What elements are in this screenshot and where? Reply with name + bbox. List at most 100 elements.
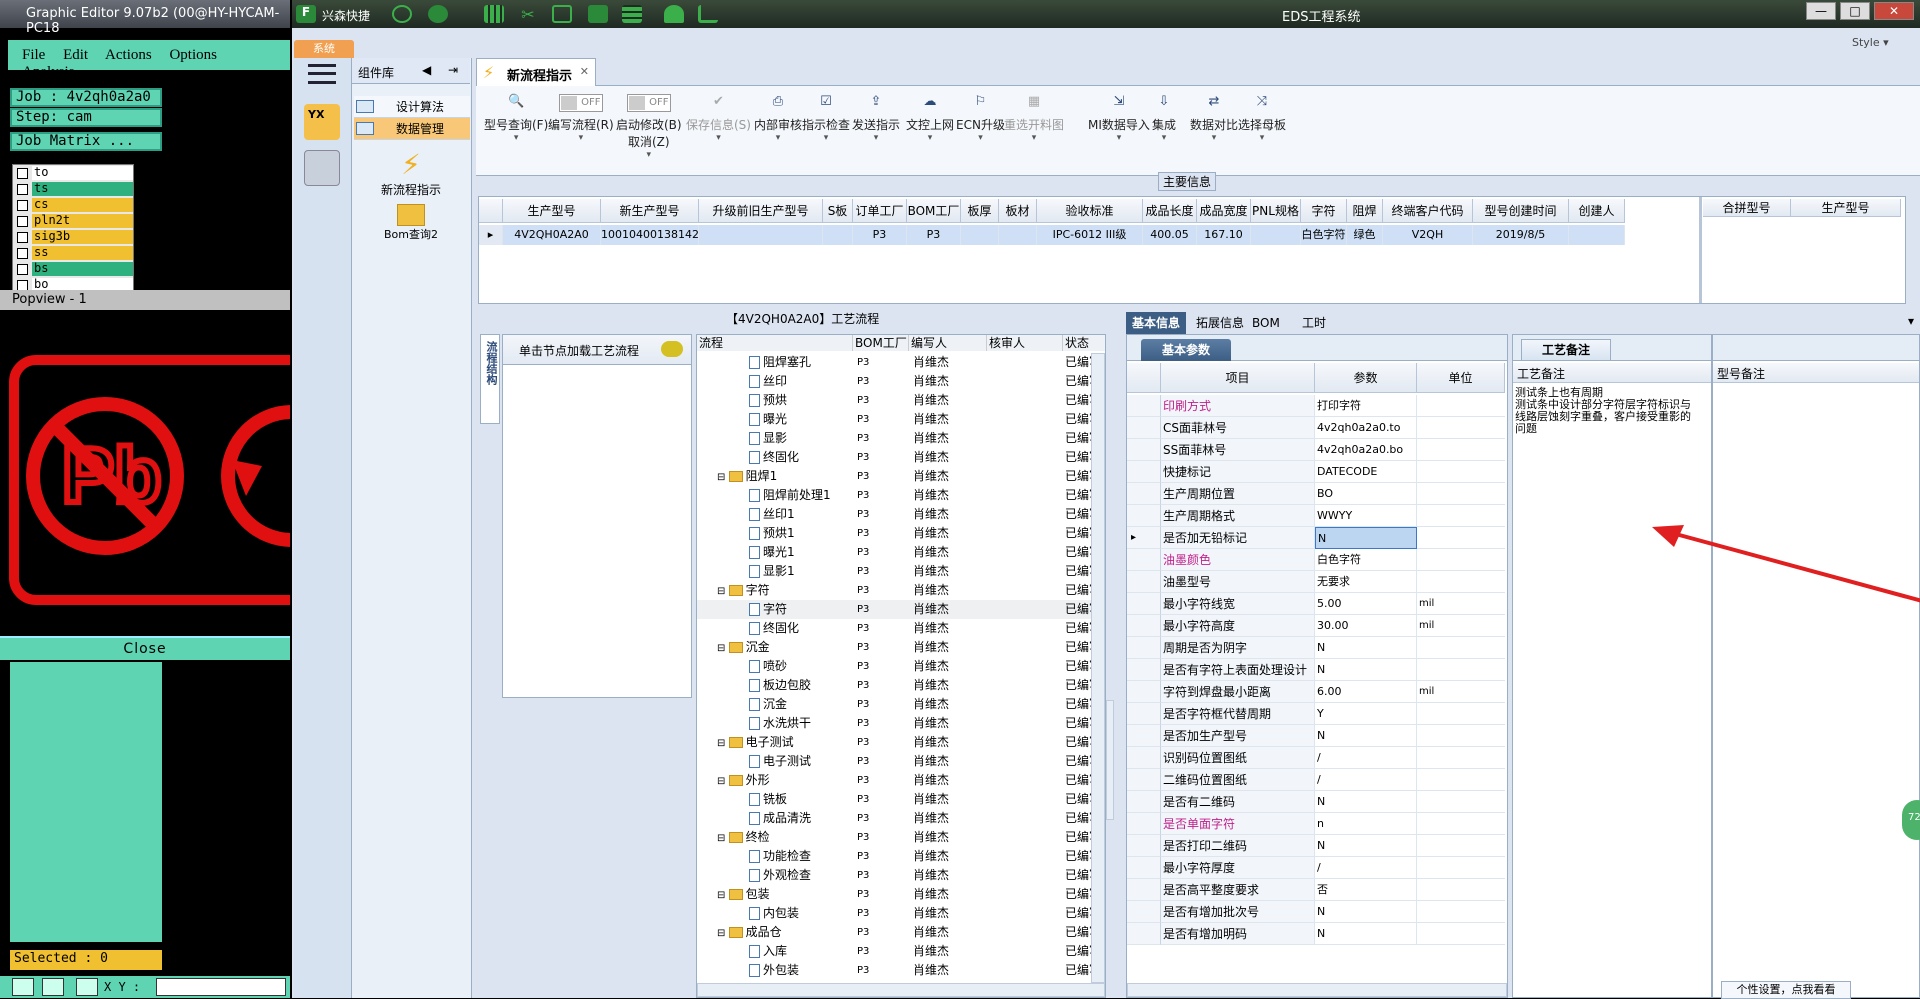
basic-hscrollbar[interactable]	[1127, 983, 1507, 997]
tree-node[interactable]: 阻焊塞孔	[749, 353, 811, 372]
grid-header[interactable]: 创建人	[1569, 199, 1625, 223]
basic-header[interactable]: 单位	[1417, 363, 1505, 393]
tree-row[interactable]: 电子测试 P3 肖维杰 已编写	[697, 752, 1101, 771]
tree-row[interactable]: ⊟ 成品仓 P3 肖维杰 已编写	[697, 923, 1101, 942]
collapse-icon[interactable]: ⊟	[717, 472, 729, 483]
param-row[interactable]: 是否字符框代替周期 Y	[1127, 703, 1507, 725]
tree-row[interactable]: 预烘 P3 肖维杰 已编写	[697, 391, 1101, 410]
dropdown-arrow-icon[interactable]: ▾	[616, 150, 682, 160]
dropdown-arrow-icon[interactable]: ▾	[852, 133, 900, 143]
user-icon[interactable]	[664, 5, 684, 23]
param-row[interactable]: ▸ 是否加无铅标记 N	[1127, 527, 1507, 549]
param-row[interactable]: CS面菲林号 4v2qh0a2a0.to	[1127, 417, 1507, 439]
layer-row[interactable]: to	[13, 165, 133, 181]
param-row[interactable]: 最小字符厚度 /	[1127, 857, 1507, 879]
menu-edit[interactable]: Edit	[63, 47, 88, 63]
tree-node[interactable]: 显影	[749, 429, 787, 448]
dropdown-arrow-icon[interactable]: ▾	[754, 133, 802, 143]
tree-row[interactable]: 字符 P3 肖维杰 已编写	[697, 600, 1101, 619]
info-tab[interactable]: 拓展信息	[1190, 312, 1250, 334]
tree-node[interactable]: 成品清洗	[749, 809, 811, 828]
system-tab[interactable]: 系统	[294, 40, 354, 58]
toggle-switch[interactable]: OFF	[558, 94, 603, 112]
param-value[interactable]: 白色字符	[1315, 549, 1417, 571]
tree-row[interactable]: ⊟ 阻焊1 P3 肖维杰 已编写	[697, 467, 1101, 486]
param-value[interactable]: N	[1315, 637, 1417, 659]
grid-header[interactable]: 验收标准	[1037, 199, 1143, 223]
scissors-icon[interactable]: ✂	[518, 5, 538, 24]
param-row[interactable]: 字符到焊盘最小距离 6.00 mil	[1127, 681, 1507, 703]
param-value[interactable]: N	[1315, 659, 1417, 681]
process-structure-tab[interactable]: 流程结构	[480, 334, 500, 424]
layer-row[interactable]: bs	[13, 261, 133, 277]
tree-row[interactable]: 铣板 P3 肖维杰 已编写	[697, 790, 1101, 809]
param-row[interactable]: 二维码位置图纸 /	[1127, 769, 1507, 791]
toolbar-button[interactable]: ⎙ 内部审核 ▾	[754, 94, 802, 143]
close-icon[interactable]: ✕	[1874, 2, 1914, 20]
info-tab[interactable]: BOM	[1246, 312, 1286, 334]
param-value[interactable]: Y	[1315, 703, 1417, 725]
param-value[interactable]: n	[1315, 813, 1417, 835]
side-grid-header[interactable]: 生产型号	[1791, 199, 1901, 217]
toolbar-button[interactable]: ✔ 保存信息(S) ▾	[686, 94, 751, 143]
grid-cell[interactable]: P3	[907, 225, 961, 245]
param-value[interactable]: /	[1315, 747, 1417, 769]
info-tab[interactable]: 基本信息	[1126, 312, 1187, 334]
collapse-icon[interactable]: ⊟	[717, 643, 729, 654]
basic-params-tab[interactable]: 基本参数	[1141, 339, 1231, 361]
tab-new-process[interactable]: ⚡ 新流程指示 ✕	[476, 58, 596, 86]
grid-cell[interactable]: P3	[853, 225, 907, 245]
toolbar-button[interactable]: ⚐ ECN升级 ▾	[956, 94, 1005, 143]
layer-checkbox[interactable]	[17, 215, 28, 227]
collapse-icon[interactable]: ⊟	[717, 738, 729, 749]
launcher-bom-query[interactable]: Bom查询2	[352, 204, 470, 242]
param-value[interactable]: N	[1315, 527, 1417, 549]
grid-cell[interactable]: IPC-6012 III级	[1037, 225, 1143, 245]
area-chart-icon[interactable]	[698, 5, 718, 23]
tabs-dropdown-icon[interactable]: ▾	[1908, 314, 1914, 328]
grid-header[interactable]: 成品长度	[1143, 199, 1197, 223]
grid-cell[interactable]: 白色字符	[1301, 225, 1347, 245]
param-value[interactable]: N	[1315, 901, 1417, 923]
tree-node[interactable]: 阻焊前处理1	[749, 486, 831, 505]
tree-hscrollbar[interactable]	[697, 983, 1105, 997]
tree-node[interactable]: 水洗烘干	[749, 714, 811, 733]
menu-actions[interactable]: Actions	[105, 47, 152, 63]
param-row[interactable]: 最小字符高度 30.00 mil	[1127, 615, 1507, 637]
dropdown-arrow-icon[interactable]: ▾	[802, 133, 850, 143]
row-indicator[interactable]: ▸	[479, 225, 503, 245]
layer-row[interactable]: ss	[13, 245, 133, 261]
tree-row[interactable]: 丝印 P3 肖维杰 已编写	[697, 372, 1101, 391]
tree-row[interactable]: 成品清洗 P3 肖维杰 已编写	[697, 809, 1101, 828]
param-row[interactable]: 快捷标记 DATECODE	[1127, 461, 1507, 483]
param-row[interactable]: 最小字符线宽 5.00 mil	[1127, 593, 1507, 615]
param-row[interactable]: 是否有字符上表面处理设计 N	[1127, 659, 1507, 681]
layer-row[interactable]: sig3b	[13, 229, 133, 245]
param-row[interactable]: 周期是否为阴字 N	[1127, 637, 1507, 659]
layer-row[interactable]: ts	[13, 181, 133, 197]
pin-icon[interactable]: ⇥	[448, 63, 458, 77]
dropdown-arrow-icon[interactable]: ▾	[956, 133, 1005, 143]
maximize-icon[interactable]: □	[1840, 2, 1870, 20]
tree-node[interactable]: 预烘	[749, 391, 787, 410]
grid-header[interactable]: 成品宽度	[1197, 199, 1251, 223]
toolbar-button[interactable]: ⇄ 数据对比 ▾	[1190, 94, 1238, 143]
toolbar-button[interactable]: ▦ 重选开料图 ▾	[1004, 94, 1064, 143]
tree-row[interactable]: ⊟ 字符 P3 肖维杰 已编写	[697, 581, 1101, 600]
menu-file[interactable]: File	[22, 47, 45, 63]
dropdown-arrow-icon[interactable]: ▾	[484, 133, 548, 143]
grid-header[interactable]: 生产型号	[503, 199, 601, 223]
calculator-icon[interactable]	[304, 150, 340, 186]
dropdown-arrow-icon[interactable]: ▾	[1238, 133, 1286, 143]
tree-node[interactable]: ⊟ 终检	[717, 828, 770, 848]
tree-header[interactable]: 核审人	[987, 335, 1063, 351]
launcher-new-process[interactable]: ⚡ 新流程指示	[352, 148, 470, 198]
grid-header[interactable]: 终端客户代码	[1383, 199, 1473, 223]
param-value[interactable]: 无要求	[1315, 571, 1417, 593]
tree-header[interactable]: 流程	[697, 335, 853, 351]
layer-checkbox[interactable]	[17, 167, 28, 179]
toolbar-button[interactable]: ⇲ MI数据导入 ▾	[1088, 94, 1150, 143]
param-value[interactable]: N	[1315, 835, 1417, 857]
job-matrix-button[interactable]: Job Matrix ...	[10, 132, 162, 151]
tree-node[interactable]: 曝光1	[749, 543, 795, 562]
